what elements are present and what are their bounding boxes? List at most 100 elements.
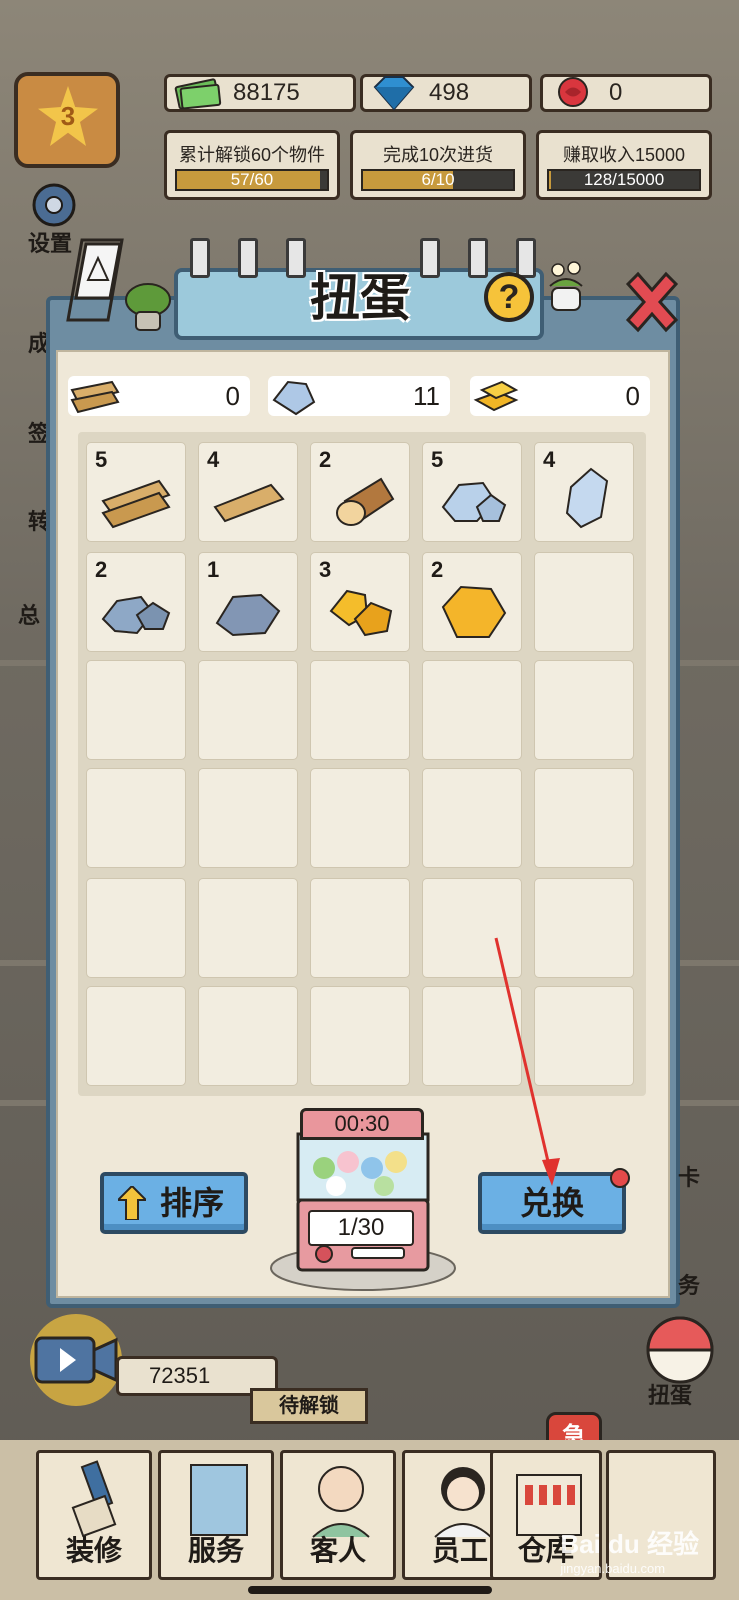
nav-label: 装修 — [65, 1535, 122, 1566]
wood-value: 0 — [225, 381, 240, 411]
empty-slot[interactable] — [534, 660, 634, 760]
task-progress-text: 6/10 — [421, 170, 455, 189]
cash-counter[interactable]: 88175 — [164, 74, 356, 112]
empty-slot[interactable] — [534, 768, 634, 868]
empty-slot[interactable] — [422, 660, 522, 760]
task-label: 累计解锁60个物件 — [178, 145, 326, 165]
nav-label: 客人 — [309, 1535, 366, 1566]
empty-slot[interactable] — [422, 768, 522, 868]
watermark-url: jingyan.baidu.com — [560, 1561, 666, 1576]
gold-ore-pile-icon — [329, 589, 393, 637]
task-label: 赚取收入15000 — [562, 145, 686, 165]
side-button-4[interactable]: 总 — [18, 598, 40, 630]
empty-slot[interactable] — [198, 660, 298, 760]
diamond-icon — [373, 76, 415, 111]
empty-slot[interactable] — [534, 878, 634, 978]
stone-resource: 11 — [268, 376, 450, 416]
grey-rock-icon — [215, 593, 281, 637]
flower-pot-icon — [549, 261, 583, 311]
item-slot-2[interactable]: 4 — [198, 442, 298, 542]
diamond-counter[interactable]: 498 — [360, 74, 532, 112]
nav-service[interactable]: 服务 — [158, 1450, 274, 1580]
double-plank-icon — [101, 479, 171, 529]
task-progress-text: 57/60 — [230, 170, 274, 189]
arrow-up-icon — [118, 1186, 146, 1220]
empty-slot[interactable] — [198, 986, 298, 1086]
item-slot-6[interactable]: 2 — [86, 552, 186, 652]
home-indicator[interactable] — [248, 1586, 492, 1594]
empty-slot[interactable] — [86, 878, 186, 978]
rose-counter[interactable]: 0 — [540, 74, 712, 112]
panel-title: 扭蛋 — [310, 270, 410, 326]
gacha-side-label[interactable]: 扭蛋 — [648, 1378, 692, 1410]
empty-slot[interactable] — [310, 878, 410, 978]
baidu-watermark: Bai du 经验 jingyan.baidu.com — [560, 1524, 699, 1576]
notification-dot — [610, 1168, 630, 1188]
silver-rock-pile-icon — [441, 481, 507, 522]
empty-slot[interactable] — [310, 768, 410, 868]
task-earn-income[interactable]: 赚取收入15000 128/15000 — [536, 130, 712, 200]
item-slot-7[interactable]: 1 — [198, 552, 298, 652]
gear-icon — [32, 183, 76, 227]
empty-slot[interactable] — [534, 986, 634, 1086]
empty-slot[interactable] — [310, 986, 410, 1086]
item-slot-3[interactable]: 2 — [310, 442, 410, 542]
faucet-decoration — [516, 238, 536, 278]
stone-value: 11 — [413, 381, 440, 411]
wood-plank-icon — [70, 380, 120, 414]
towel-icon — [190, 1464, 248, 1536]
faucet-decoration — [468, 238, 488, 278]
empty-slot[interactable] — [198, 878, 298, 978]
locked-sign: 待解锁 — [250, 1388, 368, 1424]
gold-resource: 0 — [470, 376, 650, 416]
empty-slot[interactable] — [86, 660, 186, 760]
paintbrush-icon — [71, 1460, 117, 1538]
faucet-decoration — [190, 238, 210, 278]
gold-nugget-icon — [441, 585, 507, 638]
level-number: 3 — [38, 86, 98, 146]
item-slot-1[interactable]: 5 — [86, 442, 186, 542]
task-restock[interactable]: 完成10次进货 6/10 — [350, 130, 526, 200]
empty-slot[interactable] — [198, 768, 298, 868]
empty-slot[interactable] — [86, 986, 186, 1086]
task-label: 完成10次进货 — [382, 145, 494, 165]
cash-value: 88175 — [233, 79, 300, 106]
cash-icon — [174, 78, 222, 110]
level-badge[interactable]: 3 — [14, 72, 120, 168]
gold-value: 0 — [625, 381, 640, 411]
wood-resource: 0 — [68, 376, 250, 416]
gacha-timer: 00:30 — [300, 1108, 424, 1140]
help-button[interactable]: ? — [484, 272, 534, 322]
empty-slot[interactable] — [534, 552, 634, 652]
watermark-text: Bai du 经验 — [560, 1529, 699, 1559]
diamond-value: 498 — [429, 79, 470, 106]
sort-button[interactable]: 排序 — [100, 1172, 248, 1234]
potted-plant-icon — [125, 283, 171, 331]
exchange-button[interactable]: 兑换 — [478, 1168, 630, 1234]
item-slot-9[interactable]: 2 — [422, 552, 522, 652]
sort-label: 排序 — [159, 1185, 224, 1221]
log-icon — [336, 477, 395, 526]
task-unlock-items[interactable]: 累计解锁60个物件 57/60 — [164, 130, 340, 200]
task-progress-bar: 6/10 — [361, 169, 515, 191]
empty-slot[interactable] — [422, 986, 522, 1086]
close-button[interactable] — [618, 268, 686, 336]
nav-label: 服务 — [187, 1535, 244, 1566]
item-slot-5[interactable]: 4 — [534, 442, 634, 542]
gold-bar-icon — [473, 380, 519, 412]
item-slot-8[interactable]: 3 — [310, 552, 410, 652]
rose-value: 0 — [609, 79, 623, 106]
customer-avatar-icon — [312, 1466, 370, 1538]
nav-customer[interactable]: 客人 — [280, 1450, 396, 1580]
nav-decorate[interactable]: 装修 — [36, 1450, 152, 1580]
silver-crystal-icon — [565, 467, 609, 529]
empty-slot[interactable] — [86, 768, 186, 868]
grey-rock-pile-icon — [101, 595, 171, 635]
stone-icon — [272, 380, 316, 416]
task-progress-bar: 57/60 — [175, 169, 329, 191]
side-button-task[interactable]: 务 — [678, 1268, 700, 1300]
side-button-card[interactable]: 卡 — [678, 1160, 700, 1192]
empty-slot[interactable] — [310, 660, 410, 760]
empty-slot[interactable] — [422, 878, 522, 978]
item-slot-4[interactable]: 5 — [422, 442, 522, 542]
